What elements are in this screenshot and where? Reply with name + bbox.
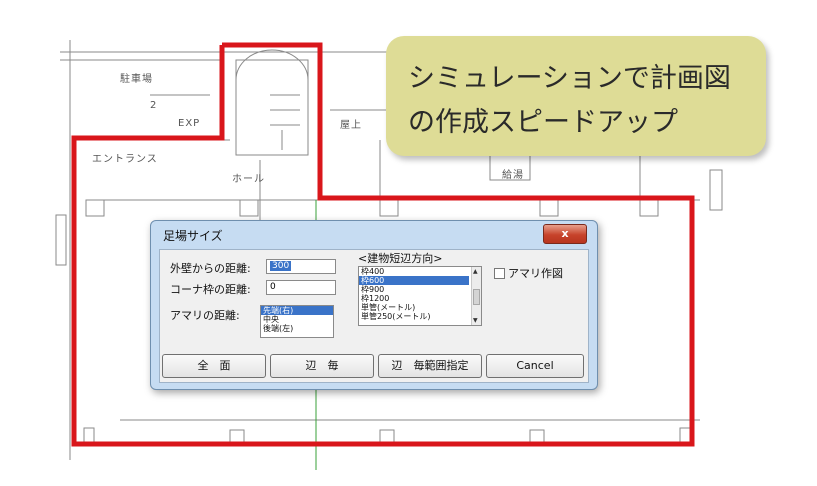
outer-distance-label: 外壁からの距離: xyxy=(170,262,251,275)
corner-distance-label: コーナ枠の距離: xyxy=(170,283,251,296)
direction-option-400[interactable]: 枠400 xyxy=(359,267,481,276)
outer-distance-value: 300 xyxy=(270,261,292,271)
scaffold-size-dialog: 足場サイズ x 外壁からの距離: 300 コーナ枠の距離: 0 アマリの距離: … xyxy=(150,220,598,390)
plan-label-hall: ホール xyxy=(232,174,265,185)
scroll-up-icon[interactable]: ▲ xyxy=(473,268,478,275)
cancel-button[interactable]: Cancel xyxy=(486,354,584,378)
dialog-client-area: 外壁からの距離: 300 コーナ枠の距離: 0 アマリの距離: 先端(右) 中央… xyxy=(159,249,589,383)
scroll-down-icon[interactable]: ▼ xyxy=(473,317,478,324)
amari-drawing-checkbox[interactable] xyxy=(494,268,505,279)
callout-line-2: の作成スピードアップ xyxy=(408,107,678,138)
direction-option-pipe250-meter[interactable]: 単管250(メートル) xyxy=(359,312,481,321)
plan-label-kitchen: 給湯 xyxy=(502,170,524,181)
callout-bubble: シミュレーションで計画図 の作成スピードアップ xyxy=(386,36,766,156)
direction-option-pipe-meter[interactable]: 単管(メートル) xyxy=(359,303,481,312)
each-side-range-button[interactable]: 辺 毎範囲指定 xyxy=(378,354,482,378)
amari-distance-list[interactable]: 先端(右) 中央 後端(左) xyxy=(260,305,334,338)
all-sides-button[interactable]: 全 面 xyxy=(162,354,266,378)
scroll-thumb[interactable] xyxy=(473,289,480,305)
plan-label-entrance: エントランス xyxy=(92,154,158,165)
each-side-button[interactable]: 辺 毎 xyxy=(270,354,374,378)
direction-option-900[interactable]: 枠900 xyxy=(359,285,481,294)
amari-option-center[interactable]: 中央 xyxy=(261,315,333,324)
amari-drawing-label: アマリ作図 xyxy=(508,267,563,280)
outer-distance-input[interactable]: 300 xyxy=(266,259,336,274)
direction-option-1200[interactable]: 枠1200 xyxy=(359,294,481,303)
plan-label-number: 2 xyxy=(150,100,158,111)
direction-list-scrollbar[interactable]: ▲ ▼ xyxy=(471,267,481,325)
amari-option-front[interactable]: 先端(右) xyxy=(261,306,333,315)
direction-label: <建物短辺方向> xyxy=(358,252,443,265)
close-icon: x xyxy=(561,227,569,240)
direction-list[interactable]: 枠400 枠600 枠900 枠1200 単管(メートル) 単管250(メートル… xyxy=(358,266,482,326)
dialog-title: 足場サイズ xyxy=(163,229,223,243)
corner-distance-value: 0 xyxy=(270,282,276,292)
corner-distance-input[interactable]: 0 xyxy=(266,280,336,295)
callout-line-1: シミュレーションで計画図 xyxy=(408,63,731,94)
amari-distance-label: アマリの距離: xyxy=(170,309,240,322)
plan-label-exp: EXP xyxy=(178,118,201,129)
close-button[interactable]: x xyxy=(543,224,587,244)
screenshot-stage: 駐車場 EXP エントランス ホール 給湯 屋上 2 シミュレーションで計画図 … xyxy=(0,0,817,486)
direction-option-600[interactable]: 枠600 xyxy=(359,276,469,285)
amari-option-back[interactable]: 後端(左) xyxy=(261,324,333,333)
plan-label-roof: 屋上 xyxy=(340,120,362,131)
plan-label-parking: 駐車場 xyxy=(120,74,153,85)
